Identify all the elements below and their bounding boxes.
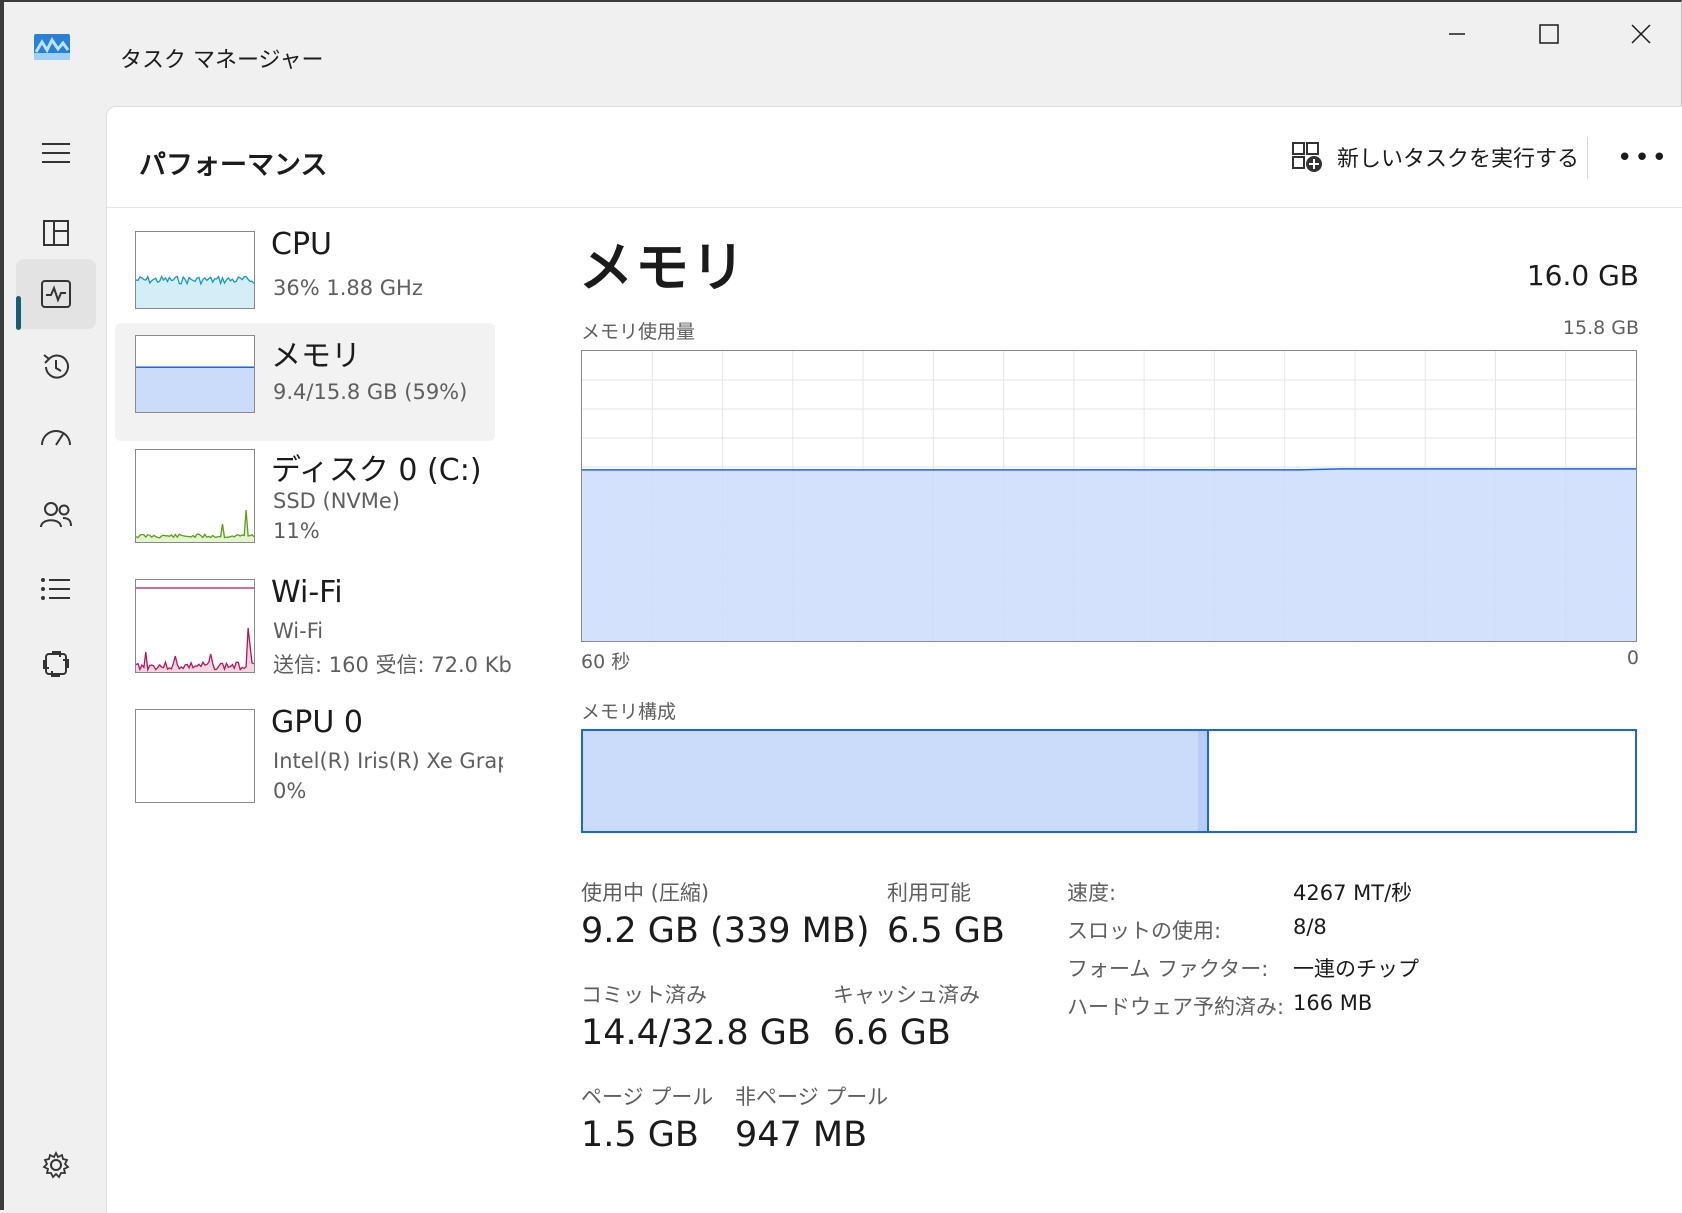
nav-users[interactable] (16, 480, 96, 550)
committed-label: コミット済み (581, 983, 707, 1007)
minimize-button[interactable] (1422, 14, 1492, 54)
form-factor-value: 一連のチップ (1293, 957, 1419, 981)
maximize-button[interactable] (1514, 14, 1584, 54)
memory-thumbnail-graph (135, 335, 255, 413)
task-manager-window: タスク マネージャー パフォーマンス 新しいタスクを実行する ••• CPU 3… (0, 0, 1682, 1213)
nav-performance[interactable] (16, 259, 96, 329)
graph-time-start: 60 秒 (581, 651, 631, 673)
available-label: 利用可能 (887, 881, 971, 905)
device-detail: 36% 1.88 GHz (273, 276, 423, 300)
composition-in-use (583, 731, 1201, 831)
task-manager-app-icon (34, 34, 70, 60)
device-detail: SSD (NVMe) (273, 489, 401, 513)
form-factor-label: フォーム ファクター: (1067, 957, 1269, 981)
nonpaged-pool-value: 947 MB (735, 1115, 868, 1155)
speed-value: 4267 MT/秒 (1293, 881, 1413, 905)
cpu-thumbnail-graph (135, 231, 255, 309)
memory-usage-area (582, 468, 1636, 641)
paged-pool-label: ページ プール (581, 1085, 714, 1109)
header-divider (1587, 137, 1588, 179)
in-use-label: 使用中 (圧縮) (581, 881, 710, 905)
graph-time-end: 0 (1626, 647, 1639, 669)
device-name: CPU (271, 227, 332, 262)
history-icon (43, 354, 69, 379)
services-icon (43, 651, 69, 677)
nav-processes[interactable] (16, 198, 96, 268)
composition-modified (1198, 731, 1209, 831)
content-panel: パフォーマンス 新しいタスクを実行する ••• CPU 36% 1.88 GHz… (106, 106, 1682, 1213)
more-options-button[interactable]: ••• (1615, 137, 1671, 179)
device-item-disk[interactable]: ディスク 0 (C:) SSD (NVMe) 11% (115, 437, 495, 555)
memory-composition-bar (581, 729, 1637, 833)
device-name: Wi-Fi (271, 575, 343, 610)
page-title: パフォーマンス (139, 150, 328, 181)
composition-label: メモリ構成 (581, 701, 677, 723)
maximize-icon (1539, 24, 1559, 44)
device-detail: Wi-Fi (273, 619, 324, 643)
available-value: 6.5 GB (887, 911, 1005, 951)
run-new-task-label: 新しいタスクを実行する (1337, 147, 1580, 172)
nav-settings[interactable] (16, 1130, 96, 1200)
gear-icon (42, 1150, 70, 1179)
close-button[interactable] (1606, 14, 1676, 54)
cached-value: 6.6 GB (833, 1013, 951, 1053)
device-item-cpu[interactable]: CPU 36% 1.88 GHz (115, 219, 495, 337)
device-detail-2: 0% (273, 779, 307, 803)
device-detail: 9.4/15.8 GB (59%) (273, 380, 468, 404)
cached-label: キャッシュ済み (833, 983, 980, 1007)
performance-icon (41, 280, 71, 308)
memory-usage-graph (581, 350, 1637, 642)
details-list-icon (41, 578, 70, 600)
page-header: パフォーマンス 新しいタスクを実行する ••• (107, 107, 1682, 208)
slots-used-label: スロットの使用: (1067, 919, 1222, 943)
new-task-icon (1292, 142, 1322, 172)
hamburger-menu-button[interactable] (16, 118, 96, 188)
hardware-reserved-label: ハードウェア予約済み: (1067, 995, 1285, 1019)
run-new-task-button[interactable]: 新しいタスクを実行する (1291, 135, 1579, 179)
memory-total: 16.0 GB (1526, 259, 1639, 292)
usage-graph-max: 15.8 GB (1562, 317, 1639, 339)
window-title: タスク マネージャー (120, 48, 324, 73)
active-nav-indicator (16, 296, 21, 330)
gpu-thumbnail-graph (135, 709, 255, 803)
device-item-memory[interactable]: メモリ 9.4/15.8 GB (59%) (115, 323, 495, 441)
processes-icon (43, 220, 69, 246)
detail-title: メモリ (579, 236, 747, 299)
device-detail: Intel(R) Iris(R) Xe Graphi (273, 749, 503, 773)
more-options-icon: ••• (1616, 143, 1669, 173)
nav-app-history[interactable] (16, 332, 96, 402)
speed-label: 速度: (1067, 881, 1117, 905)
wifi-thumbnail-graph (135, 579, 255, 673)
in-use-value: 9.2 GB (339 MB) (581, 911, 870, 951)
startup-icon (41, 430, 71, 446)
users-icon (40, 502, 72, 528)
device-name: ディスク 0 (C:) (271, 453, 482, 488)
device-name: GPU 0 (271, 705, 363, 740)
nav-startup-apps[interactable] (16, 405, 96, 475)
nonpaged-pool-label: 非ページ プール (735, 1085, 889, 1109)
disk-thumbnail-graph (135, 449, 255, 543)
nav-details[interactable] (16, 554, 96, 624)
device-detail-2: 送信: 160 受信: 72.0 Kb (273, 653, 512, 677)
minimize-icon (1449, 33, 1465, 35)
device-name: メモリ (271, 339, 361, 374)
close-icon (1631, 24, 1651, 44)
nav-services[interactable] (16, 629, 96, 699)
usage-graph-label: メモリ使用量 (581, 321, 696, 343)
navigation-rail (4, 102, 104, 1212)
device-item-gpu[interactable]: GPU 0 Intel(R) Iris(R) Xe Graphi 0% (115, 697, 503, 815)
hamburger-icon (42, 143, 70, 163)
committed-value: 14.4/32.8 GB (581, 1013, 811, 1053)
slots-used-value: 8/8 (1293, 915, 1327, 939)
title-bar: タスク マネージャー (4, 2, 1681, 102)
device-detail-2: 11% (273, 519, 320, 543)
hardware-reserved-value: 166 MB (1293, 991, 1373, 1015)
device-item-wifi[interactable]: Wi-Fi Wi-Fi 送信: 160 受信: 72.0 Kb (115, 567, 512, 685)
paged-pool-value: 1.5 GB (581, 1115, 699, 1155)
